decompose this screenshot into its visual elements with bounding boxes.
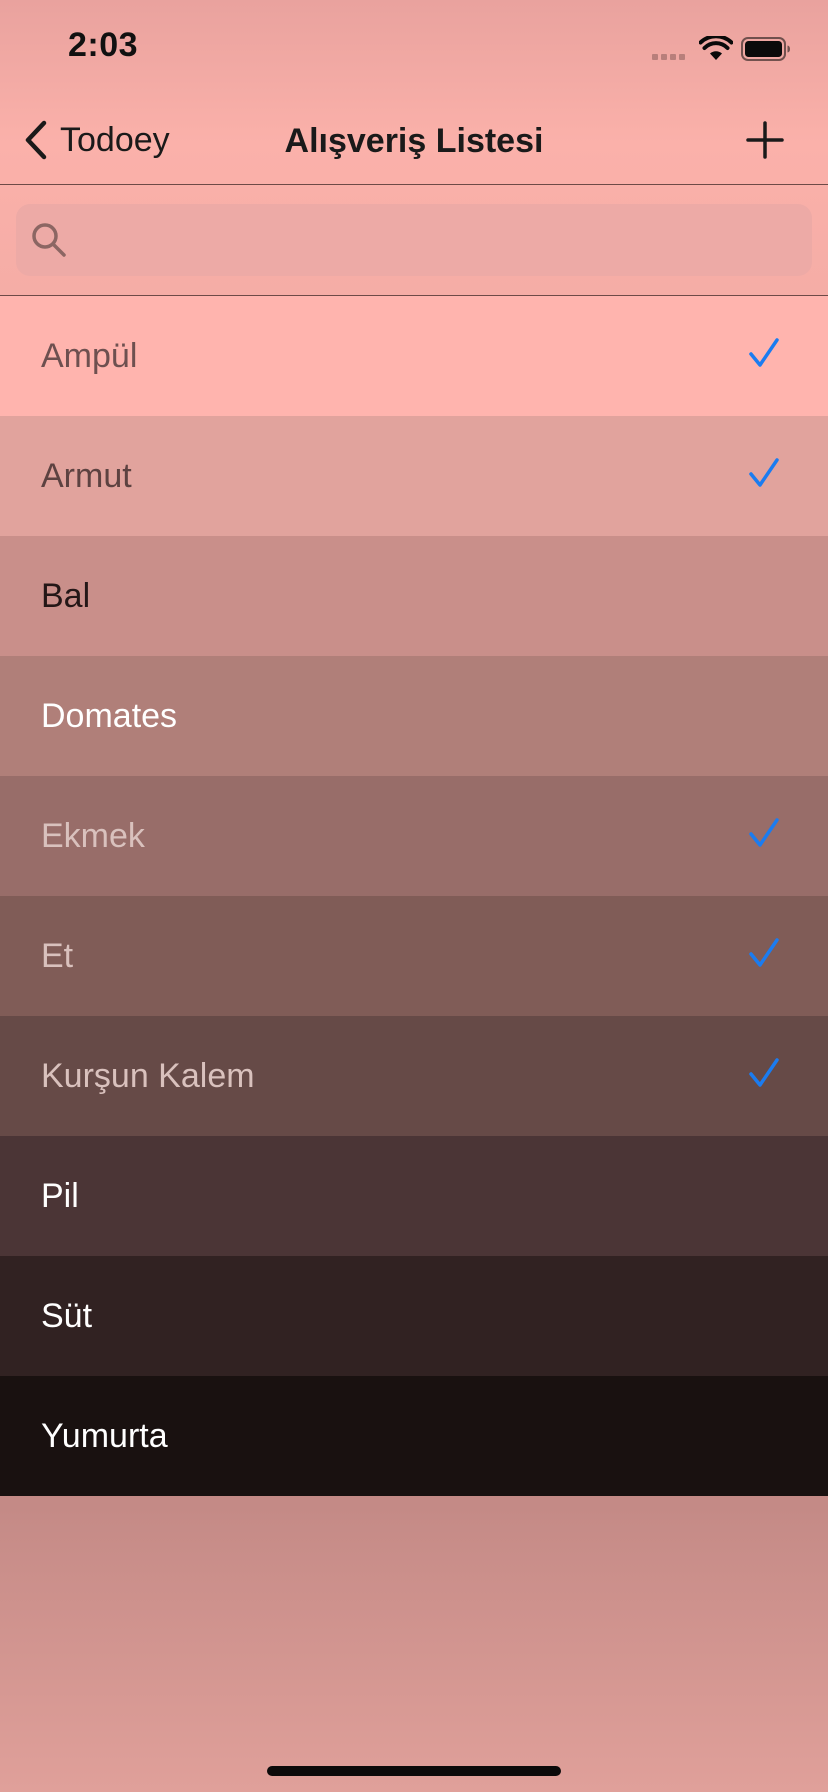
plus-icon — [746, 121, 784, 159]
list-item-label: Domates — [41, 697, 178, 735]
list-item-label: Süt — [41, 1297, 93, 1335]
list-item[interactable]: Süt — [0, 1256, 828, 1376]
shopping-item-list: Ampül Armut Bal Domates Ekmek Et Kurşun Kalem P… — [0, 296, 828, 1496]
checkmark-icon — [749, 818, 779, 847]
search-area — [0, 185, 828, 296]
battery-icon — [741, 37, 790, 61]
checkmark-icon — [749, 338, 779, 367]
wifi-icon — [699, 36, 733, 60]
list-item-label: Yumurta — [41, 1417, 168, 1455]
list-item-label: Kurşun Kalem — [41, 1057, 255, 1095]
list-item-label: Et — [41, 937, 74, 975]
search-input[interactable] — [78, 204, 802, 278]
list-item[interactable]: Et — [0, 896, 828, 1016]
list-item[interactable]: Yumurta — [0, 1376, 828, 1496]
list-item[interactable]: Domates — [0, 656, 828, 776]
navigation-bar: Todoey Alışveriş Listesi — [0, 96, 828, 185]
list-item[interactable]: Armut — [0, 416, 828, 536]
checkmark-icon — [749, 458, 779, 487]
list-item[interactable]: Ampül — [0, 296, 828, 416]
list-item-label: Bal — [41, 577, 91, 615]
checkmark-icon — [749, 938, 779, 967]
status-time: 2:03 — [68, 26, 139, 64]
list-item-label: Ampül — [41, 337, 138, 375]
search-icon — [32, 223, 66, 257]
list-item[interactable]: Ekmek — [0, 776, 828, 896]
list-item-label: Ekmek — [41, 817, 145, 855]
list-item-label: Armut — [41, 457, 132, 495]
list-item[interactable]: Pil — [0, 1136, 828, 1256]
cellular-signal-icon — [652, 54, 685, 60]
add-item-button[interactable] — [745, 120, 785, 160]
checkmark-icon — [749, 1058, 779, 1087]
list-item[interactable]: Kurşun Kalem — [0, 1016, 828, 1136]
status-bar: 2:03 — [0, 0, 828, 96]
home-indicator[interactable] — [267, 1766, 561, 1776]
list-item[interactable]: Bal — [0, 536, 828, 656]
page-title: Alışveriş Listesi — [284, 122, 544, 160]
search-field[interactable] — [16, 204, 812, 278]
list-item-label: Pil — [41, 1177, 79, 1215]
